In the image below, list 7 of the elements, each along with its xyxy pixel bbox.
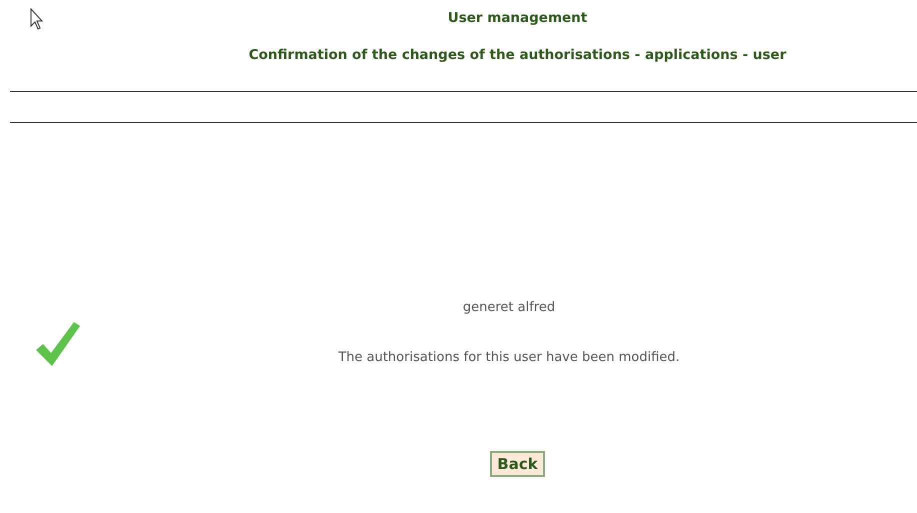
back-button[interactable]: Back — [490, 450, 545, 476]
user-name: generet alfred — [462, 299, 556, 317]
page-title: User management — [446, 9, 588, 28]
cursor-icon — [30, 8, 44, 30]
confirmation-message: The authorisations for this user have been modified. — [337, 348, 681, 366]
checkmark-icon — [34, 320, 80, 366]
page-subtitle: Confirmation of the changes of the authorisations - applications - user — [248, 46, 788, 66]
